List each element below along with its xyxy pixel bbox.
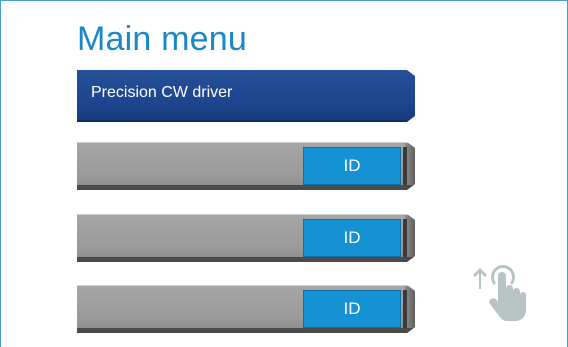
- id-button[interactable]: ID: [303, 290, 401, 328]
- id-button-shadow: [403, 147, 407, 185]
- hand-swipe-up-icon: [473, 265, 526, 321]
- menu-item-precision-cw-driver[interactable]: Precision CW driver: [77, 70, 415, 122]
- menu-item-2[interactable]: ID: [77, 142, 415, 190]
- menu-item-3[interactable]: ID: [77, 214, 415, 262]
- id-button[interactable]: ID: [303, 219, 401, 257]
- id-button[interactable]: ID: [303, 147, 401, 185]
- id-button-shadow: [403, 290, 407, 328]
- id-button-shadow: [403, 219, 407, 257]
- main-menu-screen: Main menu Precision CW driver ID ID ID: [0, 0, 568, 347]
- menu-item-4[interactable]: ID: [77, 285, 415, 333]
- page-title: Main menu: [77, 20, 247, 58]
- menu-item-label: Precision CW driver: [91, 84, 233, 101]
